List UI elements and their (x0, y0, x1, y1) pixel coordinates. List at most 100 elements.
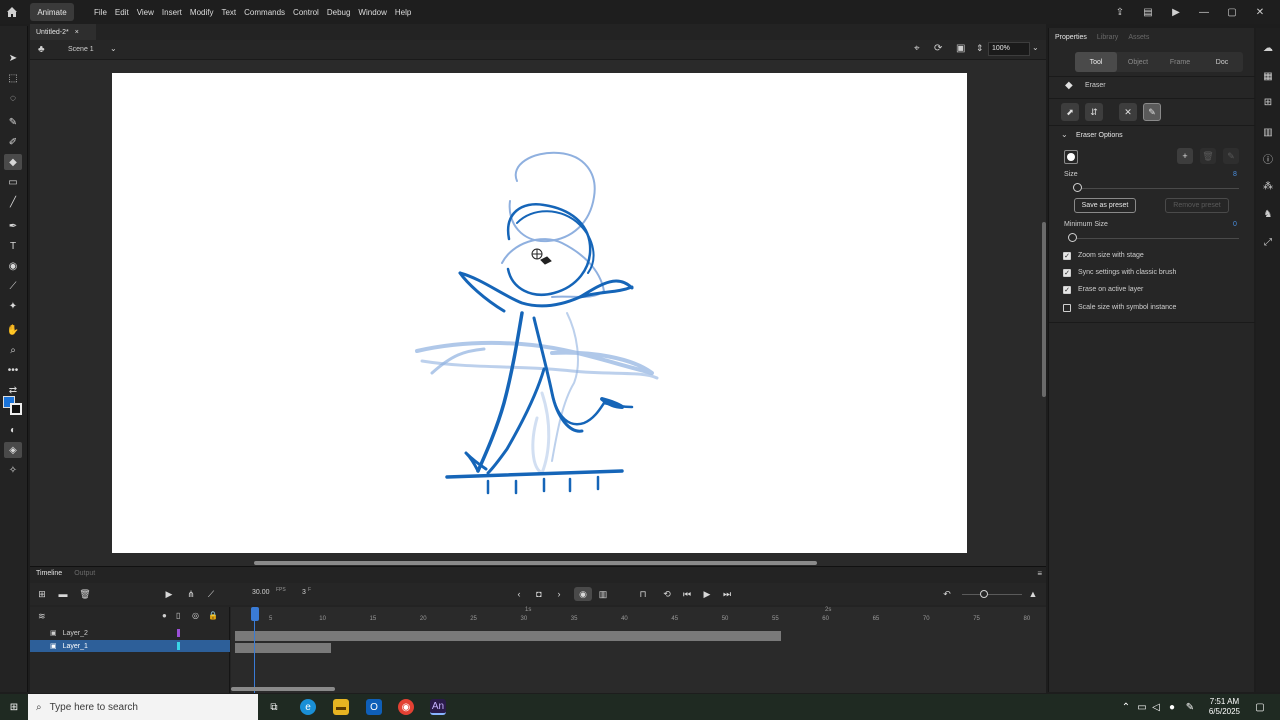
fill-color-swatch[interactable] (10, 403, 22, 415)
eraser-mode-faucet-icon[interactable]: ⇵ (1085, 103, 1103, 121)
new-folder-icon[interactable]: ▬ (56, 587, 70, 601)
menu-modify[interactable]: Modify (190, 8, 214, 17)
tab-close-icon[interactable]: × (75, 29, 79, 36)
task-view-icon[interactable]: ⧉ (266, 699, 282, 715)
size-slider-knob[interactable] (1073, 183, 1082, 192)
frame-zoom-slider-track[interactable] (962, 594, 1022, 595)
step-forward-icon[interactable]: ⏭ (720, 587, 734, 601)
edge-icon[interactable]: e (300, 699, 316, 715)
loop-playback-icon[interactable]: ⟲ (660, 587, 674, 601)
eraser-tool-icon[interactable]: ◆ (4, 154, 22, 170)
current-frame[interactable]: 3 (302, 589, 306, 596)
eyedropper-tool-icon[interactable]: ⟋ (4, 278, 22, 294)
delete-preset-icon[interactable]: 🗑 (1200, 148, 1216, 164)
magic-wand-icon[interactable]: ✧ (4, 462, 22, 478)
scene-icon[interactable]: ♣ (38, 44, 45, 55)
lock-layers-icon[interactable]: 🔒 (208, 611, 218, 620)
section-collapse-chevron-icon[interactable]: ⌄ (1061, 130, 1068, 139)
publish-play-icon[interactable]: ▶ (1168, 4, 1184, 20)
eraser-mode-standard-icon[interactable]: ⬈ (1061, 103, 1079, 121)
layer-row[interactable]: ▣ Layer_2 (30, 627, 230, 639)
pen-tool-icon[interactable]: ✒ (4, 218, 22, 234)
mountain-icon[interactable]: ▲ (1026, 587, 1040, 601)
align-icon[interactable]: ▥ (1260, 124, 1276, 140)
more-tools-icon[interactable]: ••• (4, 362, 22, 378)
scale-size-symbol-checkbox[interactable] (1063, 304, 1071, 312)
text-tool-icon[interactable]: T (4, 238, 22, 254)
hand-tool-icon[interactable]: ✋ (4, 322, 22, 338)
delete-layer-icon[interactable]: 🗑 (78, 587, 92, 601)
show-hidden-icons-icon[interactable]: ⌃ (1118, 699, 1134, 715)
outline-layers-icon[interactable]: ▯ (176, 611, 180, 620)
zoom-size-checkbox[interactable]: ✓ (1063, 252, 1071, 260)
panel-menu-icon[interactable]: ≡ (1037, 569, 1042, 578)
menu-file[interactable]: File (94, 8, 107, 17)
layer-row[interactable]: ▣ Layer_1 (30, 640, 230, 652)
assets-icon[interactable]: ♞ (1260, 206, 1276, 222)
clip-canvas-icon[interactable]: ▣ (956, 43, 965, 54)
info-icon[interactable]: ⓘ (1260, 150, 1276, 166)
size-value[interactable]: 8 (1233, 171, 1237, 178)
pen-input-icon[interactable]: ✎ (1182, 699, 1198, 715)
step-back-icon[interactable]: ⏮ (680, 587, 694, 601)
menu-help[interactable]: Help (395, 8, 411, 17)
highlight-layers-icon[interactable]: ● (162, 611, 167, 620)
stage-vertical-scrollbar[interactable] (1042, 222, 1046, 397)
fps-value[interactable]: 30.00 (252, 589, 270, 596)
document-tab[interactable]: Untitled-2* × (30, 24, 96, 40)
microphone-icon[interactable]: ● (1164, 699, 1180, 715)
insert-frame-back-icon[interactable]: ‹ (512, 587, 526, 601)
menu-edit[interactable]: Edit (115, 8, 129, 17)
taskbar-search[interactable]: ⌕ Type here to search (28, 694, 258, 720)
eraser-type-stroke-icon[interactable]: ✕ (1119, 103, 1137, 121)
motion-presets-icon[interactable]: ⁂ (1260, 178, 1276, 194)
segment-object[interactable]: Object (1117, 52, 1159, 72)
library-icon[interactable]: ☁ (1260, 40, 1276, 56)
zoom-stepper-icon[interactable]: ⇕ (976, 43, 984, 54)
free-transform-tool-icon[interactable]: ⬚ (4, 70, 22, 86)
frame-ruler[interactable]: 5 10 15 20 25 30 35 40 45 50 55 60 65 70 75 80 1s 2s (231, 607, 1046, 627)
color-panel-icon[interactable]: ▦ (1260, 68, 1276, 84)
close-icon[interactable]: ✕ (1252, 4, 1268, 20)
pencil-tool-icon[interactable]: ✎ (4, 114, 22, 130)
rotate-stage-icon[interactable]: ⟳ (934, 43, 942, 54)
remove-preset-button[interactable]: Remove preset (1165, 198, 1229, 213)
lasso-tool-icon[interactable]: ◌ (4, 90, 22, 106)
undo-icon[interactable]: ↶ (940, 587, 954, 601)
tab-output[interactable]: Output (74, 570, 95, 577)
zoom-dropdown-chevron-icon[interactable]: ⌄ (1032, 43, 1039, 52)
object-drawing-icon[interactable]: ◐ (4, 422, 22, 438)
insert-frame-forward-icon[interactable]: › (552, 587, 566, 601)
menu-debug[interactable]: Debug (327, 8, 351, 17)
timeline-scrollbar[interactable] (231, 687, 335, 691)
selection-tool-icon[interactable]: ➤ (4, 50, 22, 66)
minimize-icon[interactable]: — (1196, 4, 1212, 20)
menu-text[interactable]: Text (221, 8, 236, 17)
maximize-icon[interactable]: ▢ (1224, 4, 1240, 20)
save-as-preset-button[interactable]: Save as preset (1074, 198, 1136, 213)
layer-1-frame-span[interactable] (235, 643, 331, 653)
minimum-size-value[interactable]: 0 (1233, 221, 1237, 228)
eraser-shape-button[interactable] (1064, 150, 1078, 164)
layer-name[interactable]: Layer_2 (63, 630, 88, 637)
menu-window[interactable]: Window (358, 8, 386, 17)
sync-settings-checkbox[interactable]: ✓ (1063, 269, 1071, 277)
layer-name[interactable]: Layer_1 (63, 643, 88, 650)
start-windows-icon[interactable]: ⊞ (6, 699, 22, 715)
line-tool-icon[interactable]: ╱ (4, 194, 22, 210)
paint-bucket-tool-icon[interactable]: ◉ (4, 258, 22, 274)
segment-frame[interactable]: Frame (1159, 52, 1201, 72)
scene-name[interactable]: Scene 1 (68, 46, 94, 53)
pin-tool-icon[interactable]: ✦ (4, 298, 22, 314)
tab-library[interactable]: Library (1097, 34, 1118, 41)
zoom-tool-icon[interactable]: ⌕ (4, 342, 22, 358)
segment-tool[interactable]: Tool (1075, 52, 1117, 72)
frame-picker-icon[interactable]: ⤢ (1260, 234, 1276, 250)
tab-assets[interactable]: Assets (1128, 34, 1149, 41)
animate-app-icon[interactable]: An (430, 699, 446, 715)
frame-zoom-slider-knob[interactable] (980, 590, 988, 598)
share-icon[interactable]: ⇪ (1112, 4, 1128, 20)
home-icon[interactable] (4, 4, 20, 20)
play-icon[interactable]: ▶ (700, 587, 714, 601)
erase-active-layer-checkbox[interactable]: ✓ (1063, 286, 1071, 294)
